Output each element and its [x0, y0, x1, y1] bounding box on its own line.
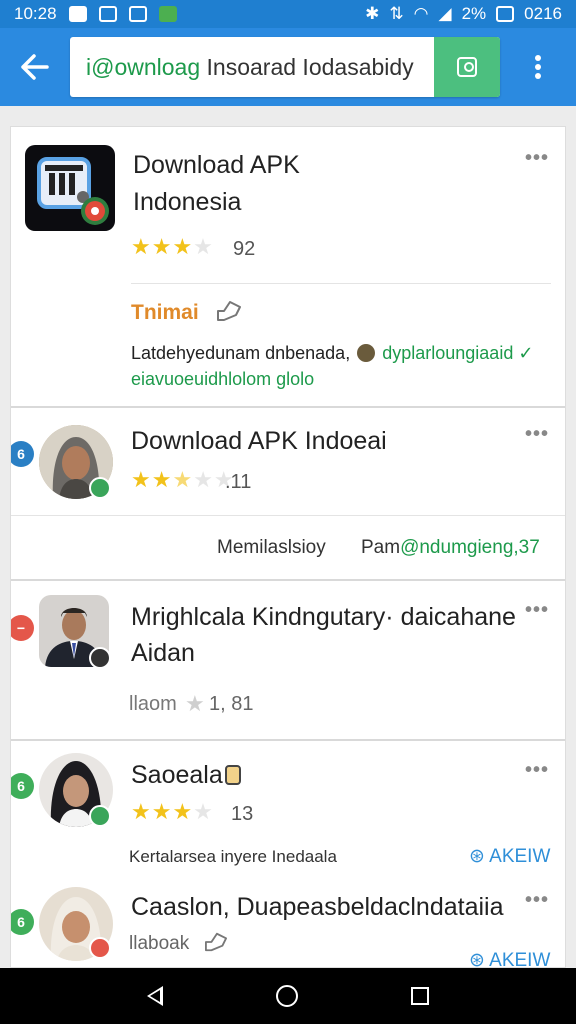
battery-icon	[496, 6, 515, 22]
search-button[interactable]	[434, 37, 500, 97]
status-clock: 0216	[524, 4, 562, 23]
item-action-button[interactable]: ⊛ AKEIW	[469, 845, 550, 868]
search-value-rest: Insoarad Iodasabidy	[200, 53, 414, 80]
item-footer-label: Memilaslsioy	[217, 537, 326, 558]
action-label: AKEIW	[489, 846, 551, 867]
nav-recent-icon[interactable]	[411, 987, 430, 1005]
more-horiz-icon[interactable]: •••	[525, 147, 549, 170]
data-icon: ⇅	[389, 4, 404, 23]
sync-icon: ⊛	[469, 950, 485, 968]
star-rating: ★★★★	[131, 799, 214, 824]
divider	[11, 579, 565, 581]
side-badge: −	[11, 615, 34, 641]
more-vert-icon[interactable]	[500, 54, 576, 80]
item-description: Latdehyedunam dnbenada, dyplarloungiaaid…	[131, 343, 534, 363]
footer-link-text[interactable]: @ndumgieng,37	[400, 537, 540, 558]
share-icon[interactable]	[215, 299, 245, 325]
notification-icon	[158, 6, 177, 22]
item-title[interactable]: Download APK	[133, 147, 300, 184]
divider	[11, 515, 565, 516]
item-description-line2: eiavuoeuidhlolom glolo	[131, 369, 315, 389]
avatar-icon	[357, 344, 376, 362]
rating-count: 92	[233, 238, 256, 260]
side-badge: 6	[11, 909, 34, 935]
badge-icon	[225, 765, 241, 785]
item-title[interactable]: Saoeala	[131, 757, 223, 794]
more-horiz-icon[interactable]: •••	[525, 889, 549, 912]
share-icon[interactable]	[203, 931, 229, 953]
rating-count: 1, 81	[209, 693, 254, 715]
item-title-line2[interactable]: Indonesia	[133, 184, 241, 221]
item-action-button[interactable]: ⊛ AKEIW	[469, 949, 551, 968]
item-tag: Tnimai	[131, 301, 199, 324]
bluetooth-icon: ✱	[365, 4, 380, 23]
search-input-value[interactable]: i@ownloag Insoarad Iodasabidy	[70, 54, 434, 81]
battery-text: 2%	[461, 4, 487, 23]
item-description: Kertalarsea inyere Inedaala	[129, 847, 337, 866]
side-badge: 6	[11, 773, 34, 799]
star-rating: ★★★★	[131, 234, 214, 259]
nav-home-icon[interactable]	[275, 985, 298, 1007]
star-rating: ★★★★★	[131, 467, 235, 492]
notification-icon	[98, 6, 117, 22]
item-footer-link[interactable]: Pam@ndumgieng,37	[361, 537, 540, 559]
side-badge: 6	[11, 441, 34, 467]
arrow-left-icon[interactable]	[0, 28, 70, 106]
nav-back-icon[interactable]	[146, 986, 163, 1006]
desc-text: Latdehyedunam dnbenada,	[131, 343, 351, 363]
sync-icon: ⊛	[469, 846, 485, 867]
signal-icon: ◢	[438, 4, 452, 23]
footer-prefix: Pam	[361, 537, 401, 558]
search-value-prefix: i@ownloag	[86, 53, 201, 80]
status-bar: 10:28 ✱ ⇅ ◠ ◢ 2% 0216	[0, 0, 576, 28]
rating-count: .11	[225, 471, 252, 493]
action-label: AKEIW	[489, 950, 551, 968]
system-nav-bar	[0, 968, 576, 1024]
notification-icon	[128, 6, 147, 22]
result-list: Download APK Indonesia ••• ★★★★ 92 Tnima…	[10, 126, 566, 968]
divider	[11, 739, 565, 741]
item-title[interactable]: Mrighlcala Kindngutary· daicahane	[131, 599, 516, 636]
app-bar: i@ownloag Insoarad Iodasabidy	[0, 28, 576, 106]
more-horiz-icon[interactable]: •••	[525, 759, 549, 782]
search-input[interactable]: i@ownloag Insoarad Iodasabidy	[70, 37, 500, 97]
status-time: 10:28	[14, 4, 57, 23]
verified-icon	[89, 477, 111, 499]
desc-link[interactable]: dyplarloungiaaid	[382, 343, 513, 363]
star-icon: ★	[185, 691, 206, 716]
item-title[interactable]: Download APK Indoeai	[131, 423, 387, 460]
divider	[11, 406, 565, 408]
search-icon	[457, 57, 477, 77]
badge-icon	[89, 937, 111, 959]
verified-icon	[89, 805, 111, 827]
wifi-icon: ◠	[413, 4, 429, 23]
item-title-line2[interactable]: Aidan	[131, 635, 195, 672]
rating-label: llaom	[129, 693, 177, 715]
divider	[131, 283, 551, 284]
rating-count: 13	[231, 803, 254, 825]
more-horiz-icon[interactable]: •••	[525, 599, 549, 622]
notification-icon	[68, 6, 87, 22]
item-title[interactable]: Caaslon, Duapeasbeldaclndataiia	[131, 889, 504, 926]
badge-icon	[89, 647, 111, 669]
item-meta: llaboak	[129, 933, 190, 954]
app-icon	[25, 145, 115, 231]
more-horiz-icon[interactable]: •••	[525, 423, 549, 446]
